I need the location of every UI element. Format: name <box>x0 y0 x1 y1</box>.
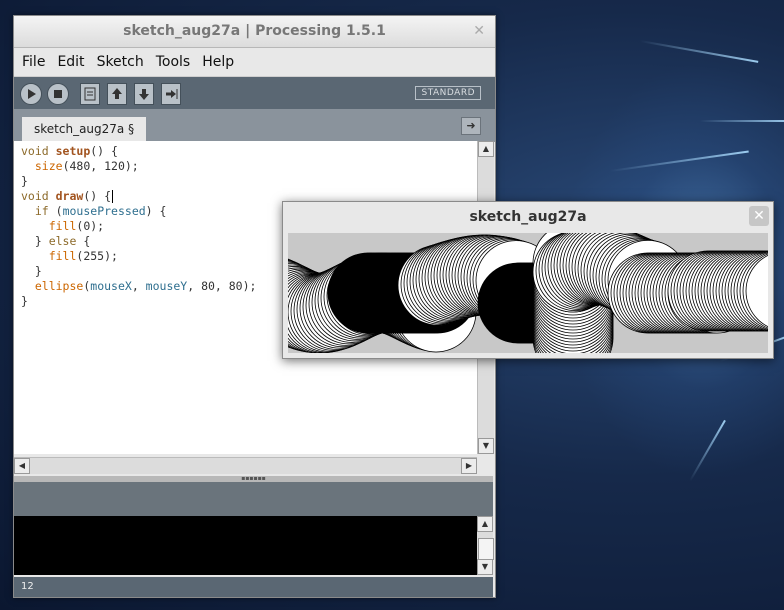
sketch-titlebar[interactable]: sketch_aug27a ✕ <box>283 202 773 232</box>
code-token: draw <box>55 189 84 203</box>
menubar: File Edit Sketch Tools Help <box>14 48 495 77</box>
mode-selector[interactable]: STANDARD <box>415 86 481 100</box>
toolbar: STANDARD <box>14 77 495 109</box>
scroll-left-icon[interactable]: ◀ <box>14 458 30 474</box>
export-arrow-icon <box>166 89 178 99</box>
menu-edit[interactable]: Edit <box>57 54 84 70</box>
code-token: ) { <box>145 204 167 218</box>
code-token: (0); <box>76 219 105 233</box>
sketch-close-icon[interactable]: ✕ <box>749 206 769 226</box>
tab-menu-arrow-icon[interactable]: ➜ <box>461 117 481 135</box>
sketch-title: sketch_aug27a <box>469 209 587 225</box>
open-button[interactable] <box>107 83 127 105</box>
console-scroll-thumb[interactable] <box>478 538 494 560</box>
stop-button[interactable] <box>47 83 69 105</box>
menu-tools[interactable]: Tools <box>156 54 191 70</box>
tab-bar: sketch_aug27a § ➜ <box>14 109 495 142</box>
console-scroll-down-icon[interactable]: ▼ <box>477 559 493 575</box>
stop-icon <box>54 90 62 98</box>
scroll-right-icon[interactable]: ▶ <box>461 458 477 474</box>
save-button[interactable] <box>134 83 154 105</box>
console-scrollbar[interactable]: ▲ ▼ <box>477 516 494 575</box>
scroll-up-icon[interactable]: ▲ <box>478 141 494 157</box>
ide-titlebar[interactable]: sketch_aug27a | Processing 1.5.1 ✕ <box>14 16 495 48</box>
code-line[interactable]: size(480, 120); <box>21 159 256 174</box>
code-line[interactable]: } else { <box>21 234 256 249</box>
code-line[interactable]: fill(0); <box>21 219 256 234</box>
code-token: mouseX <box>90 279 132 293</box>
scroll-down-icon[interactable]: ▼ <box>478 438 494 454</box>
code-token: (480, 120); <box>62 159 139 173</box>
code-line[interactable]: void draw() { <box>21 189 256 204</box>
upload-arrow-icon <box>112 88 122 99</box>
play-icon <box>28 89 36 99</box>
menu-sketch[interactable]: Sketch <box>97 54 144 70</box>
menu-file[interactable]: File <box>22 54 45 70</box>
code-token: () { <box>90 144 118 158</box>
code-token: else <box>48 234 77 248</box>
code-token: () { <box>83 189 112 203</box>
code-token: void <box>21 144 56 158</box>
code-token: ellipse <box>34 279 84 293</box>
code-token: fill <box>48 249 77 263</box>
download-arrow-icon <box>139 89 149 100</box>
new-button[interactable] <box>80 83 100 105</box>
code-token: setup <box>55 144 91 158</box>
code-token: } <box>21 174 28 188</box>
code-token: ( <box>48 204 63 218</box>
code-token: } <box>21 234 49 248</box>
text-cursor <box>112 190 114 203</box>
code-token: void <box>21 189 56 203</box>
console-output[interactable] <box>14 516 477 575</box>
code-token: if <box>34 204 49 218</box>
code-token: , 80, 80); <box>187 279 257 293</box>
code-line[interactable]: void setup() { <box>21 144 256 159</box>
code-token: mousePressed <box>62 204 146 218</box>
code-token: { <box>76 234 91 248</box>
new-file-icon <box>84 87 96 101</box>
code-token: mouseY <box>145 279 188 293</box>
sketch-canvas[interactable] <box>288 233 768 353</box>
wallpaper-streak <box>700 120 784 122</box>
menu-help[interactable]: Help <box>202 54 234 70</box>
message-area <box>14 482 493 516</box>
code-token: } <box>21 264 42 278</box>
line-number: 12 <box>14 577 493 597</box>
code-line[interactable]: } <box>21 294 256 309</box>
run-button[interactable] <box>20 83 42 105</box>
code-token: (255); <box>76 249 118 263</box>
code-token: size <box>34 159 63 173</box>
code-token: , <box>131 279 146 293</box>
export-button[interactable] <box>161 83 181 105</box>
code-line[interactable]: if (mousePressed) { <box>21 204 256 219</box>
close-icon[interactable]: ✕ <box>473 16 485 47</box>
code-token: fill <box>48 219 77 233</box>
code-line[interactable]: fill(255); <box>21 249 256 264</box>
code-token: } <box>21 294 28 308</box>
code-line[interactable]: } <box>21 174 256 189</box>
console-scroll-up-icon[interactable]: ▲ <box>477 516 493 532</box>
sketch-drawing <box>288 233 768 353</box>
code-line[interactable]: } <box>21 264 256 279</box>
sketch-window: sketch_aug27a ✕ <box>282 201 774 359</box>
code-text[interactable]: void setup() { size(480, 120);} void draw… <box>21 144 256 309</box>
code-line[interactable]: ellipse(mouseX, mouseY, 80, 80); <box>21 279 257 294</box>
editor-horizontal-scrollbar[interactable]: ◀ ▶ <box>14 457 477 474</box>
ide-title: sketch_aug27a | Processing 1.5.1 <box>123 23 386 39</box>
tab-sketch[interactable]: sketch_aug27a § <box>22 117 147 142</box>
